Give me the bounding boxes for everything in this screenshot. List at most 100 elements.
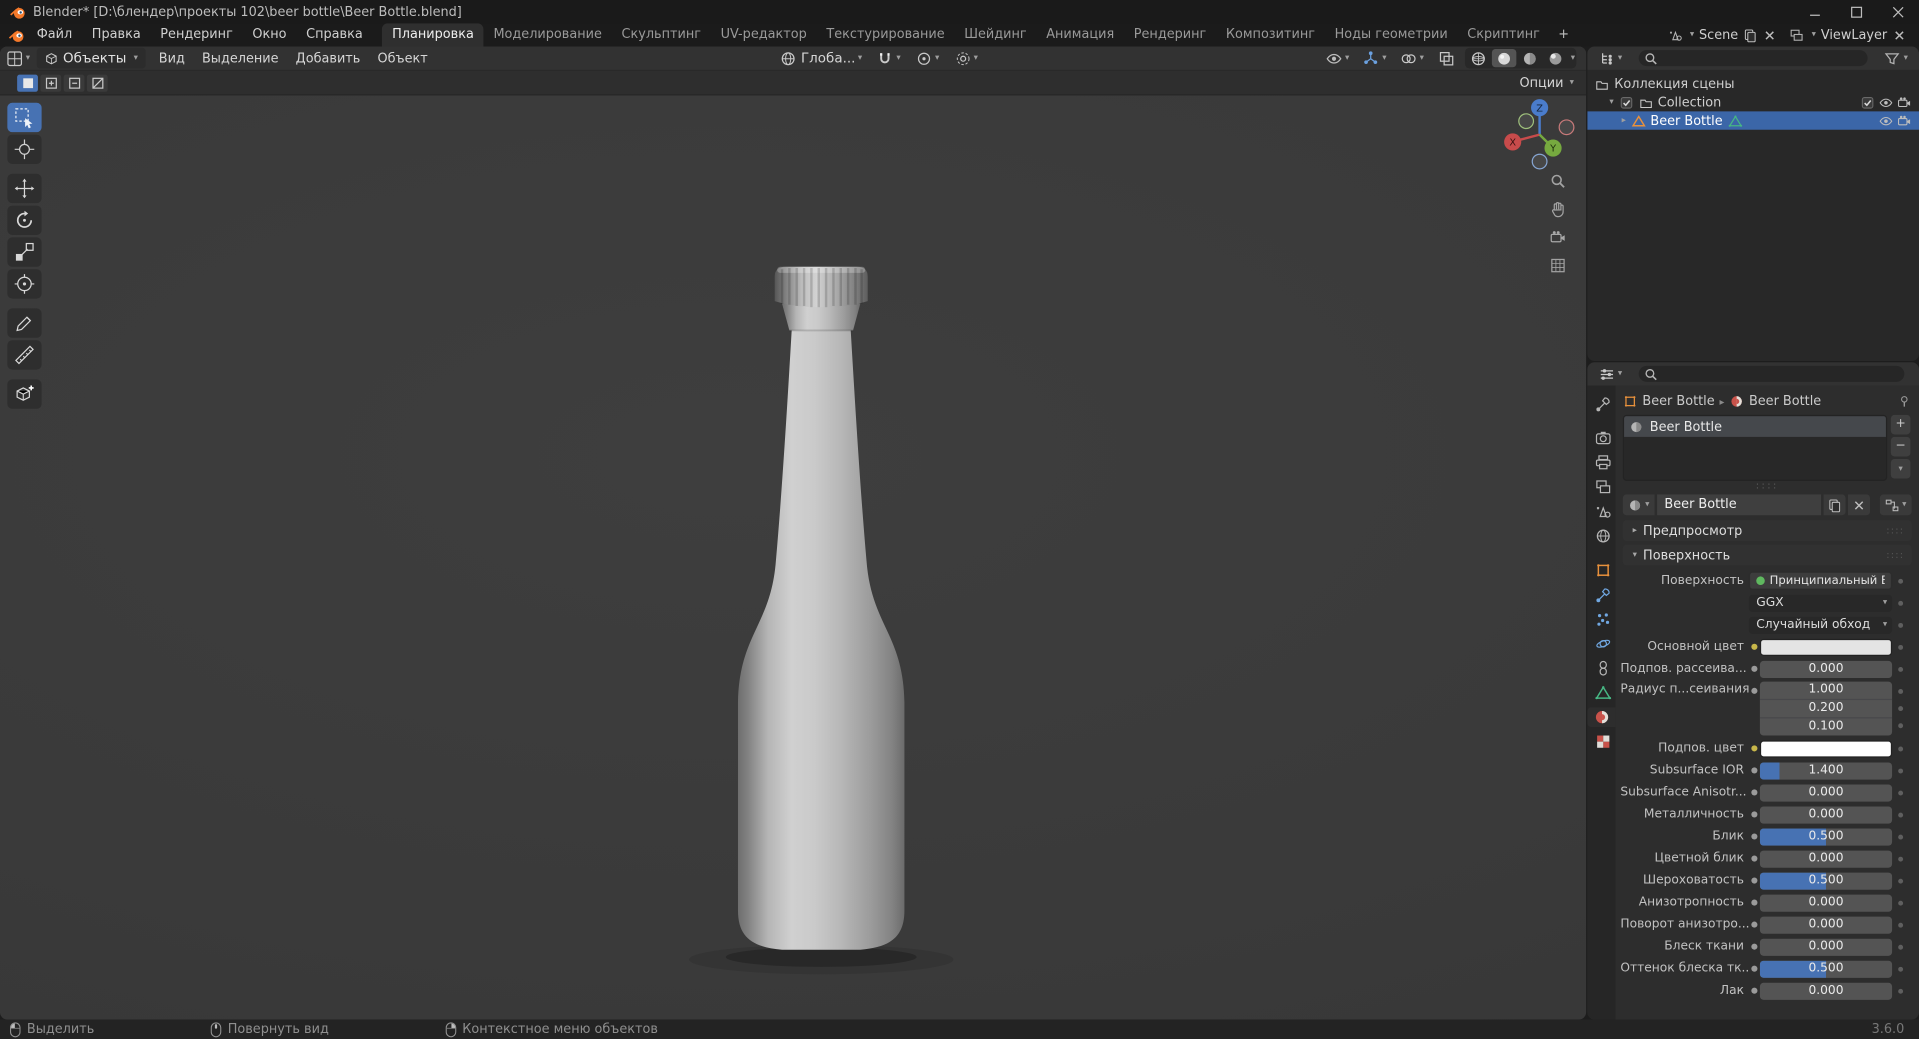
decorator-dot[interactable] <box>1892 893 1909 911</box>
viewport-3d[interactable]: ▾ Объекты ▾ Вид Выделение Добавить Объект Г… <box>0 46 1587 1020</box>
transform-orientation-dropdown[interactable]: Глоба... ▾ <box>776 48 865 69</box>
collapse-icon[interactable]: ▸ <box>1622 116 1626 125</box>
tab-rendering[interactable]: Рендеринг <box>1124 23 1216 46</box>
tab-tool-properties[interactable] <box>1591 394 1615 414</box>
decorator-dot[interactable] <box>1892 827 1909 845</box>
surface-panel-header[interactable]: ▾ Поверхность :::: <box>1622 544 1912 566</box>
material-slot[interactable]: Beer Bottle <box>1624 416 1886 437</box>
shading-solid-button[interactable] <box>1491 48 1516 68</box>
decorator-dot[interactable] <box>1892 682 1909 736</box>
view-layer-selector[interactable]: ▾ ViewLayer <box>1790 28 1907 43</box>
tab-shading[interactable]: Шейдинг <box>954 23 1036 46</box>
add-slot-button[interactable]: + <box>1890 414 1911 435</box>
exclude-checkbox-icon[interactable] <box>1860 95 1875 110</box>
decorator-dot[interactable] <box>1892 616 1909 634</box>
prop-widget-sheen-tint[interactable]: 0.500 <box>1759 960 1893 978</box>
scene-name[interactable]: Scene <box>1699 28 1738 43</box>
outliner-row-collection[interactable]: ▾ Collection <box>1587 93 1919 111</box>
prop-widget-roughness[interactable]: 0.500 <box>1759 871 1893 890</box>
tab-compositing[interactable]: Композитинг <box>1216 23 1325 46</box>
tab-render-properties[interactable] <box>1591 428 1615 448</box>
tab-object-data-properties[interactable] <box>1591 683 1615 703</box>
new-scene-button[interactable] <box>1743 28 1758 43</box>
tab-sculpting[interactable]: Скульптинг <box>612 23 711 46</box>
decorator-dot[interactable] <box>1892 783 1909 801</box>
select-mode-invert-button[interactable] <box>86 74 108 92</box>
outliner-filter-button[interactable]: ▾ <box>1878 50 1914 67</box>
axis-negative-z-handle[interactable] <box>1531 153 1548 170</box>
cursor-tool[interactable] <box>7 134 42 164</box>
tab-texture-properties[interactable] <box>1591 732 1615 752</box>
snap-toggle[interactable]: ▾ <box>873 48 904 69</box>
measure-tool[interactable] <box>7 340 42 370</box>
viewport-menu-object[interactable]: Объект <box>369 51 436 66</box>
number-field[interactable]: 0.100 <box>1760 718 1892 735</box>
menu-edit[interactable]: Правка <box>82 23 150 46</box>
prop-widget-clearcoat[interactable]: 0.000 <box>1759 982 1893 1000</box>
breadcrumb-object[interactable]: Beer Bottle <box>1642 394 1714 409</box>
checkbox-icon[interactable] <box>1619 95 1634 110</box>
new-material-button[interactable] <box>1823 494 1846 516</box>
select-box-tool[interactable] <box>7 102 42 133</box>
editor-type-button[interactable]: ▾ <box>1592 50 1628 67</box>
view-layer-name[interactable]: ViewLayer <box>1821 28 1887 43</box>
shading-material-button[interactable] <box>1517 49 1541 67</box>
menu-help[interactable]: Справка <box>296 23 372 46</box>
prop-widget-subsurface-ior[interactable]: 1.400 <box>1759 761 1893 779</box>
prop-widget-surface-shader[interactable]: Принципиальный BSDF <box>1748 571 1893 590</box>
tab-object-properties[interactable] <box>1591 561 1615 581</box>
shading-options-dropdown[interactable]: ▾ <box>1571 53 1575 63</box>
list-resize-grip[interactable]: :::: <box>1620 480 1914 492</box>
prop-widget-subsurface-radius[interactable]: 1.000 0.200 0.100 <box>1759 681 1893 736</box>
number-field[interactable]: 1.000 <box>1759 682 1893 701</box>
decorator-dot[interactable] <box>1892 982 1909 1000</box>
preview-panel-header[interactable]: ▸ Предпросмотр :::: <box>1622 520 1912 541</box>
beer-bottle-object[interactable] <box>640 252 1007 1011</box>
maximize-button[interactable] <box>1836 0 1878 23</box>
prop-widget-metallic[interactable]: 0.000 <box>1759 805 1893 824</box>
mode-selector[interactable]: Объекты ▾ <box>36 47 146 69</box>
tab-world-properties[interactable] <box>1591 526 1615 546</box>
move-tool[interactable] <box>7 173 42 204</box>
navigation-gizmo[interactable]: Z X Y <box>1497 92 1583 178</box>
select-mode-subtract-button[interactable] <box>63 74 85 92</box>
object-types-visibility-button[interactable]: ▾ <box>1322 48 1353 69</box>
pin-id-button[interactable] <box>1897 394 1912 409</box>
prop-widget-specular-tint[interactable]: 0.000 <box>1759 849 1893 868</box>
prop-widget-anisotropic[interactable]: 0.000 <box>1759 894 1893 912</box>
breadcrumb-material[interactable]: Beer Bottle <box>1749 394 1821 409</box>
rotate-tool[interactable] <box>7 205 42 235</box>
material-name-field[interactable]: Beer Bottle <box>1657 494 1822 516</box>
decorator-dot[interactable] <box>1892 915 1909 933</box>
properties-search-field[interactable] <box>1638 365 1905 382</box>
pivot-point-dropdown[interactable]: ▾ <box>912 48 943 69</box>
decorator-dot[interactable] <box>1892 849 1909 867</box>
viewport-menu-add[interactable]: Добавить <box>287 51 369 66</box>
tab-particle-properties[interactable] <box>1591 609 1615 629</box>
decorator-dot[interactable] <box>1892 959 1909 977</box>
pan-gadget[interactable] <box>1547 199 1569 219</box>
material-nodes-button[interactable]: ▾ <box>1879 494 1912 516</box>
options-dropdown[interactable]: Опции ▾ <box>1519 75 1586 90</box>
tab-animation[interactable]: Анимация <box>1036 23 1124 46</box>
decorator-dot[interactable] <box>1892 871 1909 889</box>
editor-type-button[interactable]: ▾ <box>1592 365 1628 382</box>
decorator-dot[interactable] <box>1892 594 1909 612</box>
tab-material-properties[interactable] <box>1587 707 1616 727</box>
select-mode-extend-button[interactable] <box>40 74 62 92</box>
decorator-dot[interactable] <box>1892 638 1909 656</box>
prop-widget-subsurface-anisotropy[interactable]: 0.000 <box>1759 783 1893 802</box>
decorator-dot[interactable] <box>1892 805 1909 823</box>
eye-icon[interactable] <box>1879 113 1894 128</box>
remove-view-layer-button[interactable] <box>1892 28 1907 43</box>
unlink-material-button[interactable] <box>1848 494 1871 516</box>
tab-uv-editor[interactable]: UV-редактор <box>711 23 817 46</box>
decorator-dot[interactable] <box>1892 660 1909 678</box>
close-button[interactable] <box>1877 0 1919 23</box>
slot-specials-menu[interactable]: ▾ <box>1890 458 1911 479</box>
transform-tool[interactable] <box>7 269 42 299</box>
show-gizmo-button[interactable]: ▾ <box>1359 48 1390 69</box>
prop-widget-subsurface-method[interactable]: Случайный обход ▾ <box>1748 616 1893 634</box>
tab-texture-paint[interactable]: Текстурирование <box>817 23 955 46</box>
toggle-xray-button[interactable] <box>1434 48 1458 69</box>
